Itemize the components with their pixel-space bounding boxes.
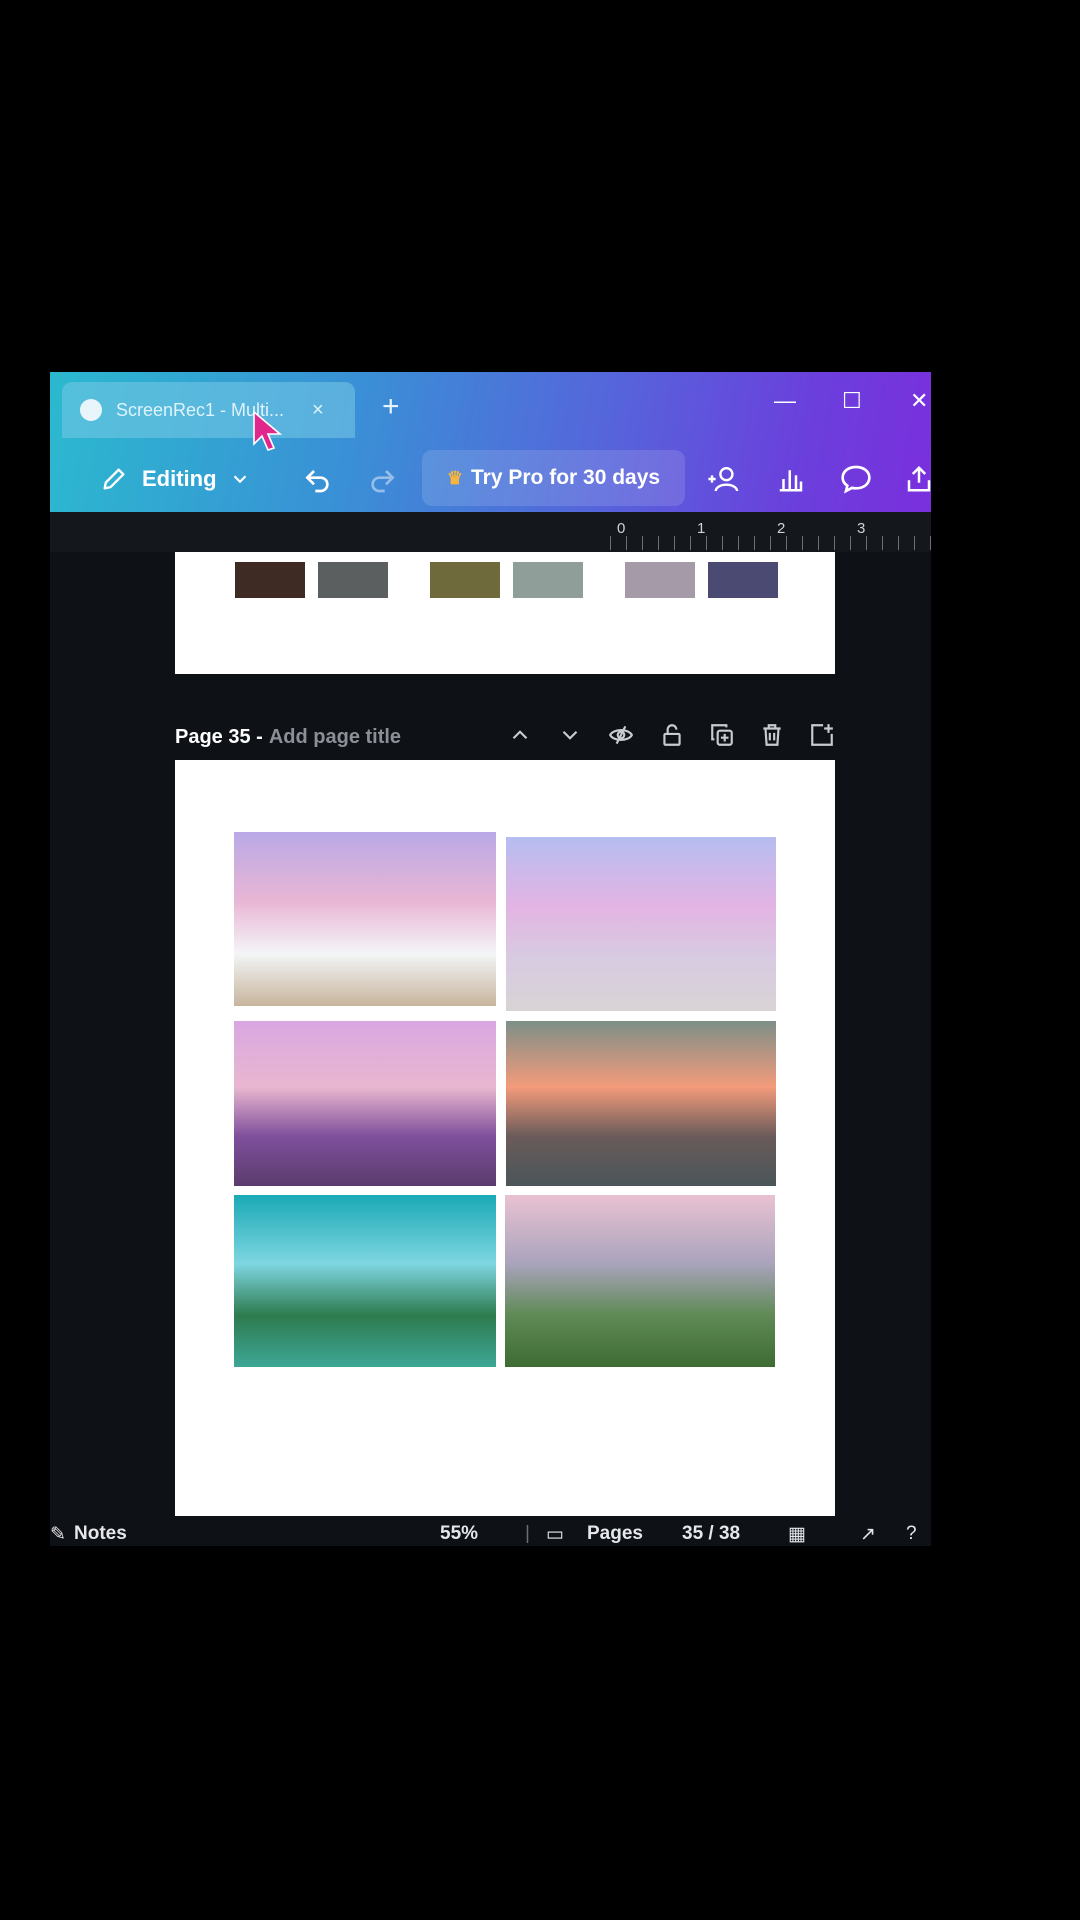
page-counter: 35 / 38 (682, 1523, 741, 1544)
photo-green-lake[interactable] (234, 1195, 496, 1367)
undo-icon (305, 470, 329, 493)
browser-tab[interactable]: ScreenRec1 - Multi... × (62, 382, 355, 438)
minimize-icon[interactable]: — (774, 388, 796, 414)
photo-purple-beach[interactable] (234, 832, 496, 1006)
photo-lavender-field[interactable] (234, 1021, 496, 1186)
page-header: Page 35 - Add page title (175, 712, 835, 762)
hide-page-icon[interactable] (607, 722, 635, 748)
ruler-mark: 2 (777, 520, 786, 537)
insights-icon (779, 470, 803, 492)
divider: | (525, 1523, 530, 1544)
color-swatch[interactable] (318, 562, 388, 598)
share-people-button[interactable] (706, 454, 742, 504)
grid-view-icon[interactable]: ▦ (788, 1523, 806, 1546)
maximize-icon[interactable]: ☐ (842, 388, 862, 414)
help-icon[interactable]: ? (906, 1523, 917, 1545)
add-page-icon[interactable] (809, 722, 835, 748)
ruler-mark: 1 (697, 520, 706, 537)
photo-orange-islands[interactable] (506, 1021, 776, 1186)
fullscreen-icon[interactable]: ↗ (860, 1523, 876, 1546)
photo-pastel-sea[interactable] (506, 837, 776, 1011)
notes-button[interactable]: Notes (74, 1523, 127, 1545)
try-pro-button[interactable]: ♛ Try Pro for 30 days (422, 450, 685, 506)
horizontal-ruler: 0 1 2 3 (50, 512, 931, 552)
title-and-toolbar: ScreenRec1 - Multi... × + — ☐ ✕ Editing (50, 372, 931, 512)
pages-button[interactable]: Pages (587, 1523, 643, 1545)
upload-button[interactable] (904, 454, 931, 504)
ruler-mark: 0 (617, 520, 626, 537)
page-title-input[interactable]: Add page title (269, 726, 401, 749)
browser-window: ScreenRec1 - Multi... × + — ☐ ✕ Editing (50, 372, 931, 1546)
chevron-up-icon[interactable] (507, 722, 533, 748)
share-people-icon (708, 467, 739, 492)
chevron-down-icon[interactable] (557, 722, 583, 748)
ruler-ticks (610, 536, 931, 550)
try-pro-label: Try Pro for 30 days (471, 466, 661, 489)
upload-icon (907, 465, 931, 492)
delete-page-icon[interactable] (759, 722, 785, 748)
photo-forest-mountain[interactable] (505, 1195, 775, 1367)
page-actions (507, 722, 835, 748)
new-tab-button[interactable]: + (382, 390, 400, 424)
previous-page[interactable] (175, 552, 835, 674)
undo-button[interactable] (302, 454, 334, 504)
color-swatch[interactable] (708, 562, 778, 598)
crown-icon: ♛ (446, 467, 464, 488)
editing-mode-button[interactable]: Editing (100, 454, 251, 504)
comment-icon (841, 465, 871, 494)
page-number-label: Page 35 - (175, 725, 263, 748)
chevron-down-icon (233, 475, 246, 484)
duplicate-page-icon[interactable] (709, 722, 735, 748)
lock-icon[interactable] (659, 722, 685, 748)
editing-label: Editing (142, 466, 217, 491)
comment-button[interactable] (840, 454, 872, 504)
color-swatch[interactable] (430, 562, 500, 598)
canva-favicon-icon (80, 399, 102, 421)
color-swatch[interactable] (513, 562, 583, 598)
design-page[interactable] (175, 760, 835, 1516)
insights-button[interactable] (776, 454, 806, 504)
zoom-level[interactable]: 55% (440, 1523, 478, 1545)
pages-icon[interactable]: ▭ (546, 1523, 564, 1546)
color-swatch[interactable] (235, 562, 305, 598)
ruler-mark: 3 (857, 520, 866, 537)
redo-button[interactable] (366, 454, 398, 504)
mouse-cursor-icon (253, 410, 283, 451)
status-bar: ✎ Notes 55% | ▭ Pages 35 / 38 ▦ ↗ ? (50, 1517, 931, 1546)
color-swatch[interactable] (625, 562, 695, 598)
notes-icon[interactable]: ✎ (50, 1523, 66, 1546)
tab-close-icon[interactable]: × (312, 399, 324, 422)
pencil-icon (103, 468, 125, 490)
close-window-icon[interactable]: ✕ (910, 388, 928, 414)
redo-icon (371, 470, 395, 493)
